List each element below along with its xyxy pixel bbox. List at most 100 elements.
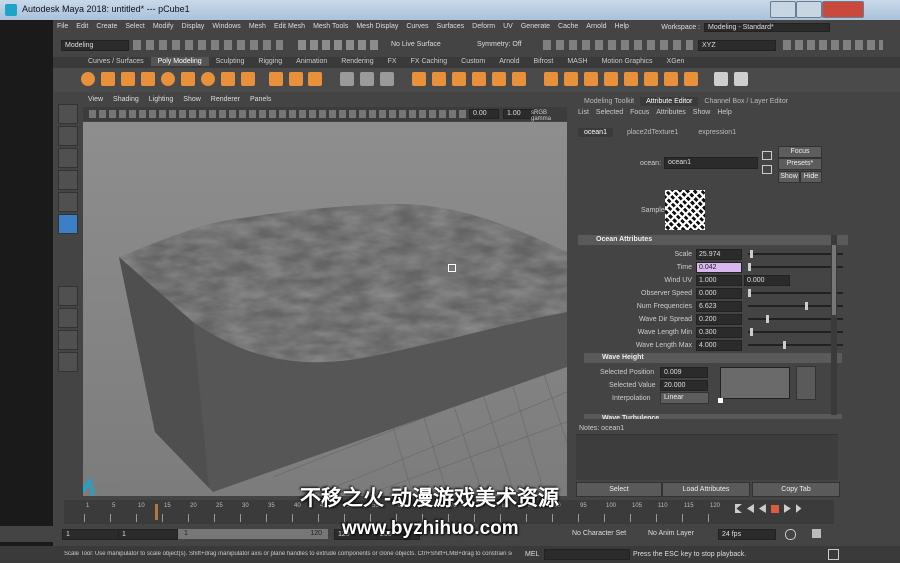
poly-cone-icon[interactable] bbox=[140, 72, 155, 86]
shelf-tab-arnold[interactable]: Arnold bbox=[492, 57, 526, 66]
mel-label[interactable]: MEL bbox=[525, 551, 539, 558]
shelf-tab-animation[interactable]: Animation bbox=[289, 57, 334, 66]
vp-menu-panels[interactable]: Panels bbox=[245, 96, 276, 103]
menu-deform[interactable]: Deform bbox=[468, 22, 499, 31]
separate-icon[interactable] bbox=[360, 72, 375, 86]
presets-button[interactable]: Presets* bbox=[778, 158, 822, 170]
shelf-tab-rigging[interactable]: Rigging bbox=[251, 57, 289, 66]
play-forward-icon[interactable] bbox=[783, 504, 791, 513]
menu-mesh[interactable]: Mesh bbox=[245, 22, 270, 31]
copy-tab-button[interactable]: Copy Tab bbox=[752, 482, 840, 497]
menu-mesh-display[interactable]: Mesh Display bbox=[352, 22, 402, 31]
shelf-tab-fx[interactable]: FX bbox=[381, 57, 404, 66]
target-weld-icon[interactable] bbox=[512, 72, 527, 86]
text-icon[interactable] bbox=[288, 72, 303, 86]
select-tool-icon[interactable] bbox=[58, 104, 78, 124]
poly-cylinder-icon[interactable] bbox=[120, 72, 135, 86]
ae-menu-list[interactable]: List bbox=[578, 109, 589, 116]
lasso-tool-icon[interactable] bbox=[58, 126, 78, 146]
menu-select[interactable]: Select bbox=[121, 22, 148, 31]
ae-menu-attributes[interactable]: Attributes bbox=[656, 109, 686, 116]
select-button[interactable]: Select bbox=[576, 482, 662, 497]
node-tab-place2dtexture1[interactable]: place2dTexture1 bbox=[621, 128, 684, 137]
mirror-icon[interactable] bbox=[683, 72, 698, 86]
gamma-field[interactable]: 1.00 bbox=[503, 109, 533, 119]
attr-slider-wave-length-min[interactable] bbox=[748, 328, 843, 336]
menu-cache[interactable]: Cache bbox=[554, 22, 582, 31]
menu-help[interactable]: Help bbox=[611, 22, 633, 31]
shelf-tab-bifrost[interactable]: Bifrost bbox=[527, 57, 561, 66]
exposure-field[interactable]: 0.00 bbox=[469, 109, 499, 119]
section-wave-height[interactable]: Wave Height bbox=[584, 353, 842, 363]
ae-menu-focus[interactable]: Focus bbox=[630, 109, 649, 116]
tab-attribute-editor[interactable]: Attribute Editor bbox=[640, 97, 699, 106]
attr-field-wave-length-min[interactable]: 0.300 bbox=[696, 326, 742, 338]
sew-icon[interactable] bbox=[663, 72, 678, 86]
fill-hole-icon[interactable] bbox=[472, 72, 487, 86]
move-tool-icon[interactable] bbox=[58, 170, 78, 190]
stop-icon[interactable] bbox=[770, 505, 779, 513]
super-shape-icon[interactable] bbox=[240, 72, 255, 86]
vp-menu-renderer[interactable]: Renderer bbox=[206, 96, 245, 103]
shelf-tab-curves-surfaces[interactable]: Curves / Surfaces bbox=[81, 57, 151, 66]
ramp-marker[interactable] bbox=[718, 398, 723, 403]
shelf-tab-fx-caching[interactable]: FX Caching bbox=[404, 57, 455, 66]
attr-slider-observer-speed[interactable] bbox=[748, 289, 843, 297]
tab-modeling-toolkit[interactable]: Modeling Toolkit bbox=[578, 97, 640, 106]
poly-cube-icon[interactable] bbox=[100, 72, 115, 86]
menu-windows[interactable]: Windows bbox=[208, 22, 244, 31]
current-time-indicator[interactable] bbox=[155, 504, 158, 520]
menu-arnold[interactable]: Arnold bbox=[582, 22, 610, 31]
shelf-tab-motion-graphics[interactable]: Motion Graphics bbox=[595, 57, 660, 66]
load-attributes-button[interactable]: Load Attributes bbox=[662, 482, 750, 497]
symmetry-field[interactable]: Symmetry: Off bbox=[477, 41, 522, 48]
svg-icon[interactable] bbox=[308, 72, 323, 86]
uv-editor-icon[interactable] bbox=[563, 72, 578, 86]
node-pick-icon[interactable] bbox=[762, 151, 772, 160]
star-icon[interactable] bbox=[268, 72, 283, 86]
attr-field-wind-u[interactable]: 1.000 bbox=[696, 274, 742, 286]
cut-uv-icon[interactable] bbox=[643, 72, 658, 86]
selected-position-field[interactable]: 0.009 bbox=[660, 367, 708, 378]
multi-cut-icon[interactable] bbox=[492, 72, 507, 86]
attr-field-observer-speed[interactable]: 0.000 bbox=[696, 287, 742, 299]
shelf-tab-custom[interactable]: Custom bbox=[454, 57, 492, 66]
node-tab-ocean1[interactable]: ocean1 bbox=[578, 128, 613, 137]
range-slider[interactable]: 1 120 bbox=[178, 529, 328, 539]
unfold-icon[interactable] bbox=[583, 72, 598, 86]
vp-menu-lighting[interactable]: Lighting bbox=[144, 96, 179, 103]
notes-area[interactable] bbox=[576, 434, 838, 480]
platonic-icon[interactable] bbox=[220, 72, 235, 86]
go-start-icon[interactable] bbox=[735, 504, 742, 513]
auto-key-icon[interactable] bbox=[785, 529, 796, 540]
prefs-icon[interactable] bbox=[812, 529, 821, 538]
two-layout-icon[interactable] bbox=[58, 330, 78, 350]
poly-torus-icon[interactable] bbox=[160, 72, 175, 86]
scale-tool-icon[interactable] bbox=[58, 214, 78, 234]
workspace-dropdown[interactable]: Modeling - Standard* bbox=[704, 23, 830, 32]
close-button[interactable] bbox=[822, 1, 864, 18]
menu-curves[interactable]: Curves bbox=[402, 22, 432, 31]
go-end-icon[interactable] bbox=[795, 504, 802, 513]
attr-slider-num-frequencies[interactable] bbox=[748, 302, 843, 310]
poly-sphere-icon[interactable] bbox=[81, 72, 95, 86]
focus-button[interactable]: Focus bbox=[778, 146, 822, 158]
ramp-expand-button[interactable] bbox=[796, 366, 816, 400]
shelf-tab-poly-modeling[interactable]: Poly Modeling bbox=[150, 57, 209, 66]
attr-field-num-frequencies[interactable]: 6.623 bbox=[696, 300, 742, 312]
rotate-tool-icon[interactable] bbox=[58, 192, 78, 212]
menu-modify[interactable]: Modify bbox=[149, 22, 178, 31]
bridge-icon[interactable] bbox=[432, 72, 447, 86]
attr-slider-wave-length-max[interactable] bbox=[748, 341, 843, 349]
layout-icon[interactable] bbox=[603, 72, 618, 86]
node-name-field[interactable]: ocean1 bbox=[664, 157, 758, 169]
four-layout-icon[interactable] bbox=[58, 308, 78, 328]
step-back-icon[interactable] bbox=[746, 504, 754, 513]
character-set-dropdown[interactable]: No Character Set bbox=[572, 530, 626, 537]
section-ocean-attributes[interactable]: Ocean Attributes bbox=[578, 235, 848, 245]
attr-field-wave-dir-spread[interactable]: 0.200 bbox=[696, 313, 742, 325]
wave-height-ramp[interactable] bbox=[720, 367, 790, 399]
section-wave-turbulence[interactable]: Wave Turbulence bbox=[584, 414, 842, 419]
menu-display[interactable]: Display bbox=[177, 22, 208, 31]
shelf-tab-rendering[interactable]: Rendering bbox=[334, 57, 380, 66]
